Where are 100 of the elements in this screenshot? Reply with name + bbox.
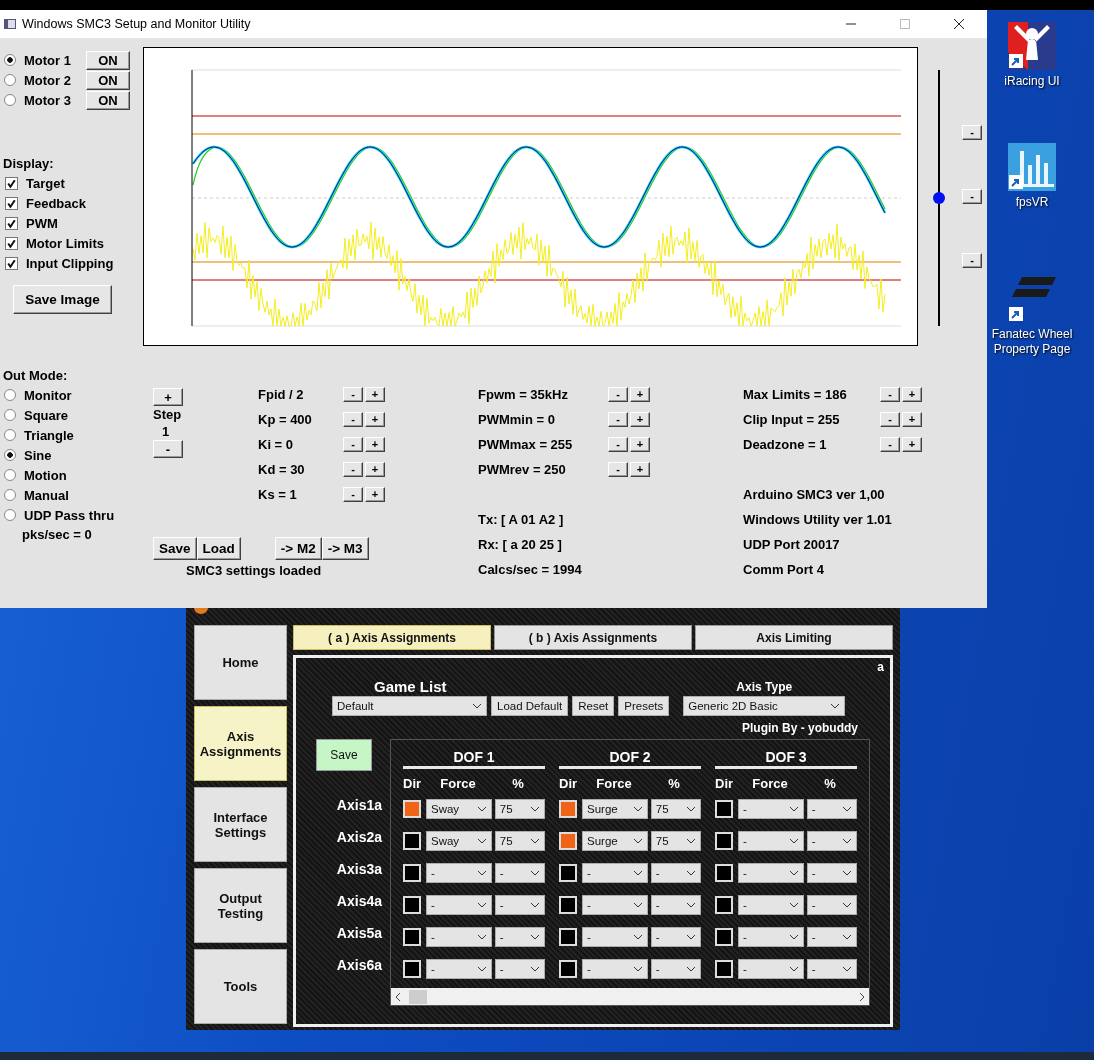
- radio-label[interactable]: Triangle: [24, 427, 86, 443]
- direction-checkbox[interactable]: [559, 832, 577, 850]
- percent-dropdown[interactable]: -: [650, 895, 701, 915]
- force-dropdown[interactable]: -: [582, 959, 648, 979]
- minus-button[interactable]: -: [343, 487, 363, 502]
- force-dropdown[interactable]: Sway: [426, 831, 492, 851]
- radio-label[interactable]: Manual: [24, 487, 86, 503]
- desktop-icon-label[interactable]: fpsVR: [1015, 195, 1049, 210]
- checkbox[interactable]: [5, 176, 18, 190]
- minus-button[interactable]: -: [343, 462, 363, 477]
- force-dropdown[interactable]: -: [426, 895, 492, 915]
- on-button[interactable]: ON: [86, 50, 130, 70]
- radio-button[interactable]: [4, 469, 16, 481]
- checkbox[interactable]: [5, 216, 18, 230]
- checkbox[interactable]: [5, 256, 18, 270]
- desktop-icon-label[interactable]: iRacing UI: [1004, 74, 1060, 89]
- radio-label[interactable]: Square: [24, 407, 86, 423]
- on-button[interactable]: ON: [86, 90, 130, 110]
- direction-checkbox[interactable]: [403, 800, 421, 818]
- radio-label[interactable]: UDP Pass thru: [24, 507, 115, 523]
- plus-button[interactable]: +: [630, 437, 650, 452]
- direction-checkbox[interactable]: [715, 896, 733, 914]
- plus-button[interactable]: +: [365, 437, 385, 452]
- direction-checkbox[interactable]: [559, 864, 577, 882]
- force-dropdown[interactable]: -: [426, 863, 492, 883]
- checkbox-label[interactable]: Feedback: [26, 195, 86, 211]
- minus-button[interactable]: -: [962, 125, 982, 140]
- minus-button[interactable]: -: [962, 253, 982, 268]
- percent-dropdown[interactable]: -: [494, 959, 545, 979]
- force-dropdown[interactable]: -: [738, 799, 804, 819]
- checkbox-label[interactable]: Motor Limits: [26, 235, 104, 251]
- radio-button[interactable]: [4, 94, 16, 106]
- percent-dropdown[interactable]: -: [806, 927, 857, 947]
- sidebar-button[interactable]: Output Testing: [194, 868, 287, 943]
- percent-dropdown[interactable]: -: [650, 863, 701, 883]
- tab[interactable]: Axis Limiting: [695, 625, 893, 650]
- percent-dropdown[interactable]: 75: [650, 831, 701, 851]
- direction-checkbox[interactable]: [715, 800, 733, 818]
- force-dropdown[interactable]: -: [426, 927, 492, 947]
- force-dropdown[interactable]: Surge: [582, 831, 648, 851]
- radio-button[interactable]: [4, 449, 16, 461]
- radio-label[interactable]: Motor 2: [24, 72, 86, 88]
- radio-label[interactable]: Monitor: [24, 387, 86, 403]
- percent-dropdown[interactable]: -: [494, 927, 545, 947]
- direction-checkbox[interactable]: [715, 928, 733, 946]
- save-button[interactable]: Save: [316, 739, 372, 771]
- force-dropdown[interactable]: -: [582, 863, 648, 883]
- minus-button[interactable]: -: [608, 387, 628, 402]
- tab[interactable]: ( b ) Axis Assignments: [494, 625, 692, 650]
- file-button[interactable]: Save: [153, 537, 197, 560]
- axis-type-dropdown[interactable]: Generic 2D Basic: [683, 696, 846, 716]
- percent-dropdown[interactable]: -: [494, 895, 545, 915]
- close-icon[interactable]: [953, 18, 965, 30]
- on-button[interactable]: ON: [86, 70, 130, 90]
- person-arms-up-icon[interactable]: [1008, 22, 1056, 70]
- copy-button[interactable]: -> M2: [274, 537, 322, 560]
- direction-checkbox[interactable]: [715, 960, 733, 978]
- scrollbar-thumb[interactable]: [409, 989, 427, 1004]
- radio-label[interactable]: Motor 1: [24, 52, 86, 68]
- direction-checkbox[interactable]: [403, 960, 421, 978]
- panel-button[interactable]: Reset: [572, 696, 615, 716]
- horizontal-scrollbar[interactable]: [391, 988, 869, 1005]
- minus-button[interactable]: -: [608, 437, 628, 452]
- percent-dropdown[interactable]: -: [806, 895, 857, 915]
- tab[interactable]: ( a ) Axis Assignments: [293, 625, 491, 650]
- sidebar-button[interactable]: Home: [194, 625, 287, 700]
- minus-button[interactable]: -: [343, 412, 363, 427]
- minus-button[interactable]: -: [153, 440, 183, 458]
- percent-dropdown[interactable]: -: [806, 799, 857, 819]
- checkbox-label[interactable]: Input Clipping: [26, 255, 114, 271]
- direction-checkbox[interactable]: [403, 928, 421, 946]
- plus-button[interactable]: +: [630, 412, 650, 427]
- checkbox-label[interactable]: PWM: [26, 215, 58, 231]
- force-dropdown[interactable]: -: [738, 959, 804, 979]
- direction-checkbox[interactable]: [715, 832, 733, 850]
- plus-button[interactable]: +: [153, 388, 183, 406]
- percent-dropdown[interactable]: 75: [494, 799, 545, 819]
- force-dropdown[interactable]: -: [582, 895, 648, 915]
- force-dropdown[interactable]: -: [738, 863, 804, 883]
- file-button[interactable]: Load: [196, 537, 241, 560]
- force-dropdown[interactable]: -: [738, 927, 804, 947]
- slider-thumb[interactable]: [933, 192, 945, 204]
- radio-label[interactable]: Motor 3: [24, 92, 86, 108]
- direction-checkbox[interactable]: [559, 800, 577, 818]
- force-dropdown[interactable]: -: [738, 895, 804, 915]
- checkbox[interactable]: [5, 196, 18, 210]
- minus-button[interactable]: -: [880, 412, 900, 427]
- copy-button[interactable]: -> M3: [321, 537, 369, 560]
- radio-button[interactable]: [4, 489, 16, 501]
- minus-button[interactable]: -: [962, 189, 982, 204]
- radio-button[interactable]: [4, 409, 16, 421]
- minus-button[interactable]: -: [880, 387, 900, 402]
- scroll-left-icon[interactable]: [395, 991, 401, 1002]
- radio-label[interactable]: Motion: [24, 467, 86, 483]
- force-dropdown[interactable]: -: [426, 959, 492, 979]
- force-dropdown[interactable]: -: [582, 927, 648, 947]
- minus-button[interactable]: -: [608, 462, 628, 477]
- percent-dropdown[interactable]: -: [494, 863, 545, 883]
- direction-checkbox[interactable]: [715, 864, 733, 882]
- scroll-right-icon[interactable]: [859, 991, 865, 1002]
